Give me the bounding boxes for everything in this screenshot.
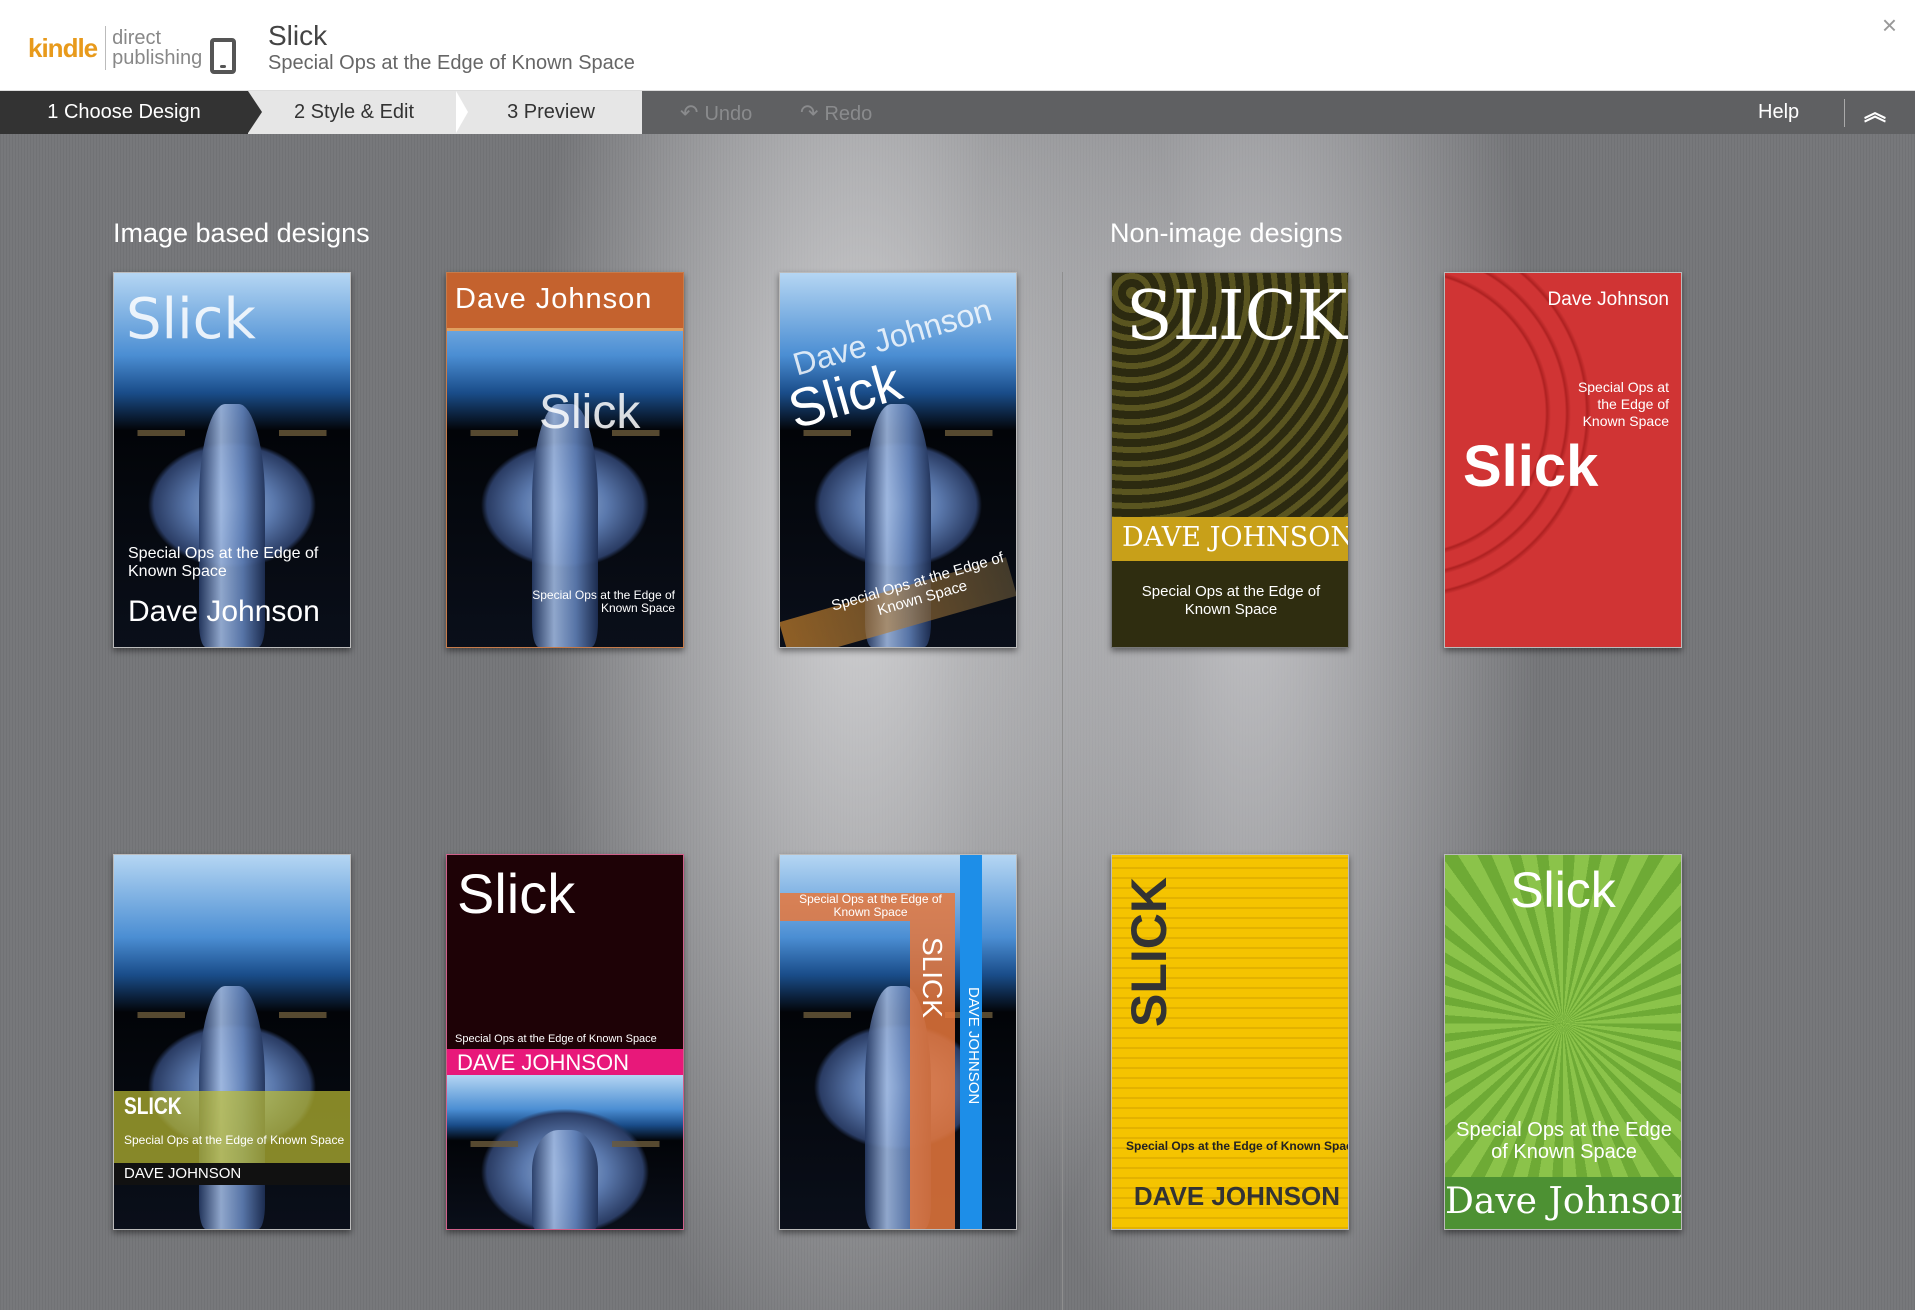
undo-button[interactable]: ↶ Undo: [680, 91, 752, 134]
cover-design-4[interactable]: SLICK DAVE JOHNSON Special Ops at the Ed…: [1111, 272, 1349, 648]
close-button[interactable]: ×: [1882, 10, 1897, 41]
cover-author: Dave Johnson: [128, 595, 320, 628]
cover-title: Slick: [457, 862, 576, 925]
logo-kindle-text: kindle: [28, 26, 107, 70]
step-style-edit[interactable]: 2 Style & Edit: [248, 91, 460, 134]
cover-author: DAVE JOHNSON: [1122, 522, 1349, 553]
cover-subtitle: Special Ops at the Edge of Known Space: [1126, 1139, 1349, 1153]
step-preview[interactable]: 3 Preview: [460, 91, 642, 134]
cover-title: SLICK: [124, 1093, 182, 1120]
cover-author: DAVE JOHNSON: [965, 987, 982, 1105]
logo-publishing-text: publishing: [112, 47, 203, 69]
cover-design-7[interactable]: Slick Special Ops at the Edge of Known S…: [446, 854, 684, 1230]
cover-subtitle: Special Ops at the Edge of Known Space: [1141, 583, 1321, 618]
cover-author: DAVE JOHNSON: [124, 1165, 242, 1182]
cover-author: DAVE JOHNSON: [1133, 1181, 1340, 1211]
redo-button[interactable]: ↷ Redo: [800, 91, 872, 134]
section-divider: [1062, 272, 1063, 1310]
cover-design-9[interactable]: SLICK Special Ops at the Edge of Known S…: [1111, 854, 1349, 1230]
cover-subtitle: Special Ops at the Edge of Known Space: [1577, 379, 1669, 429]
cover-design-5[interactable]: Dave Johnson Special Ops at the Edge of …: [1444, 272, 1682, 648]
undo-label: Undo: [704, 103, 753, 125]
cover-subtitle: Special Ops at the Edge of Known Space: [124, 1133, 345, 1147]
cover-author: DAVE JOHNSON: [457, 1050, 629, 1075]
toolbar: 2 Style & Edit 3 Preview 1 Choose Design…: [0, 91, 1915, 134]
cover-author: Dave Johnson: [1547, 289, 1669, 310]
wizard-steps: 2 Style & Edit 3 Preview 1 Choose Design: [0, 91, 642, 134]
cover-author: Dave Johnson: [455, 283, 653, 315]
phone-icon: [210, 38, 236, 74]
design-gallery: Image based designs Non-image designs Sl…: [0, 134, 1915, 1310]
cover-subtitle: Special Ops at the Edge of Known Space: [128, 545, 319, 580]
cover-design-1[interactable]: Slick Special Ops at the Edge of Known S…: [113, 272, 351, 648]
cover-subtitle: Special Ops at the Edge of Known Space: [532, 588, 675, 615]
cover-subtitle: Special Ops at the Edge of Known Space: [799, 892, 942, 919]
redo-icon: ↷: [800, 100, 819, 125]
cover-design-2[interactable]: Dave Johnson Slick Special Ops at the Ed…: [446, 272, 684, 648]
cover-design-3[interactable]: Dave Johnson Slick Special Ops at the Ed…: [779, 272, 1017, 648]
cover-design-10[interactable]: Slick Special Ops at the Edge of Known S…: [1444, 854, 1682, 1230]
logo-direct-text: direct: [112, 27, 162, 49]
cover-title: SLICK: [1126, 277, 1348, 356]
kdp-logo: kindle direct publishing: [28, 26, 202, 70]
step-choose-design[interactable]: 1 Choose Design: [0, 91, 262, 134]
cover-subtitle: Special Ops at the Edge of Known Space: [455, 1033, 657, 1045]
toolbar-divider: [1844, 99, 1845, 127]
cover-subtitle: Special Ops at the Edge of Known Space: [1456, 1119, 1672, 1163]
cover-author: Dave Johnson: [1445, 1181, 1682, 1222]
collapse-icon[interactable]: ︽: [1864, 91, 1886, 134]
non-image-designs-heading: Non-image designs: [1110, 218, 1343, 248]
cover-title: Slick: [126, 287, 256, 352]
app-header: kindle direct publishing Slick Special O…: [0, 0, 1915, 91]
help-link[interactable]: Help: [1758, 91, 1799, 134]
cover-design-8[interactable]: Special Ops at the Edge of Known Space S…: [779, 854, 1017, 1230]
cover-title: Slick: [1510, 862, 1616, 918]
book-title: Slick: [268, 20, 328, 51]
cover-title: Slick: [539, 386, 641, 439]
book-subtitle: Special Ops at the Edge of Known Space: [268, 52, 635, 74]
cover-title: Slick: [1463, 434, 1599, 499]
undo-icon: ↶: [680, 100, 699, 125]
cover-title: SLICK: [1121, 877, 1177, 1027]
image-designs-heading: Image based designs: [113, 218, 370, 248]
cover-title: SLICK: [917, 937, 948, 1018]
redo-label: Redo: [824, 103, 873, 125]
cover-design-6[interactable]: SLICK Special Ops at the Edge of Known S…: [113, 854, 351, 1230]
